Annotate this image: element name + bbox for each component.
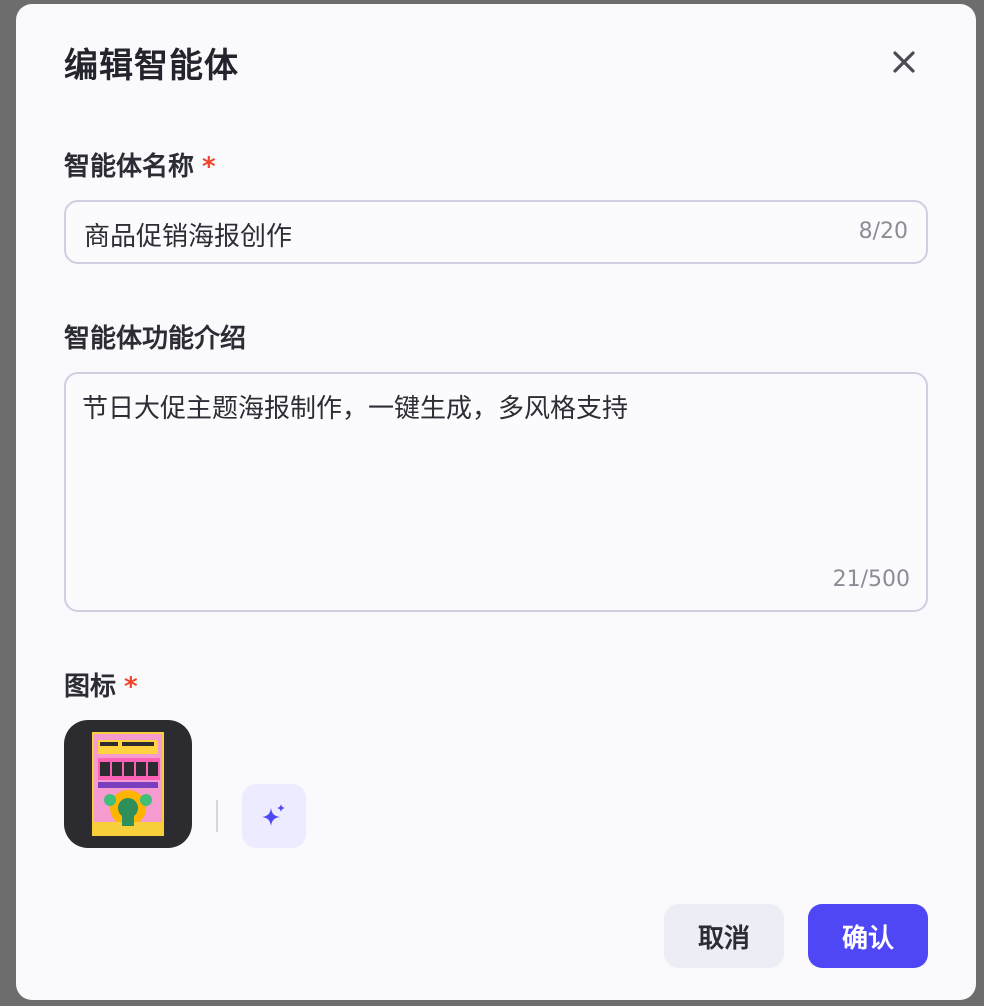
- description-field-label: 智能体功能介绍: [64, 324, 247, 354]
- icon-divider: [216, 800, 218, 832]
- required-mark: *: [124, 672, 138, 702]
- icon-label-text: 图标: [64, 672, 117, 702]
- agent-name-char-counter: 8/20: [858, 219, 908, 244]
- poster-thumbnail-image: [92, 732, 164, 836]
- close-icon: [893, 51, 915, 73]
- ai-generate-icon-button[interactable]: [242, 784, 306, 848]
- agent-description-textarea[interactable]: 节日大促主题海报制作，一键生成，多风格支持 21/500: [64, 372, 928, 612]
- name-field-label: 智能体名称 *: [64, 146, 216, 183]
- agent-description-char-counter: 21/500: [832, 567, 910, 592]
- edit-agent-dialog: 编辑智能体 智能体名称 * 商品促销海报创作 8/20 智能体功能介绍 节日大促主…: [16, 4, 976, 1000]
- required-mark: *: [202, 152, 216, 182]
- agent-name-value[interactable]: 商品促销海报创作: [84, 216, 292, 253]
- cancel-button[interactable]: 取消: [664, 904, 784, 968]
- close-button[interactable]: [886, 44, 922, 80]
- agent-description-value[interactable]: 节日大促主题海报制作，一键生成，多风格支持: [82, 388, 628, 425]
- icon-field-label: 图标 *: [64, 666, 138, 703]
- dialog-title: 编辑智能体: [64, 46, 239, 86]
- confirm-button[interactable]: 确认: [808, 904, 928, 968]
- agent-name-input[interactable]: 商品促销海报创作 8/20: [64, 200, 928, 264]
- sparkle-icon: [262, 804, 285, 826]
- name-label-text: 智能体名称: [64, 152, 195, 182]
- agent-icon-image[interactable]: [64, 720, 192, 848]
